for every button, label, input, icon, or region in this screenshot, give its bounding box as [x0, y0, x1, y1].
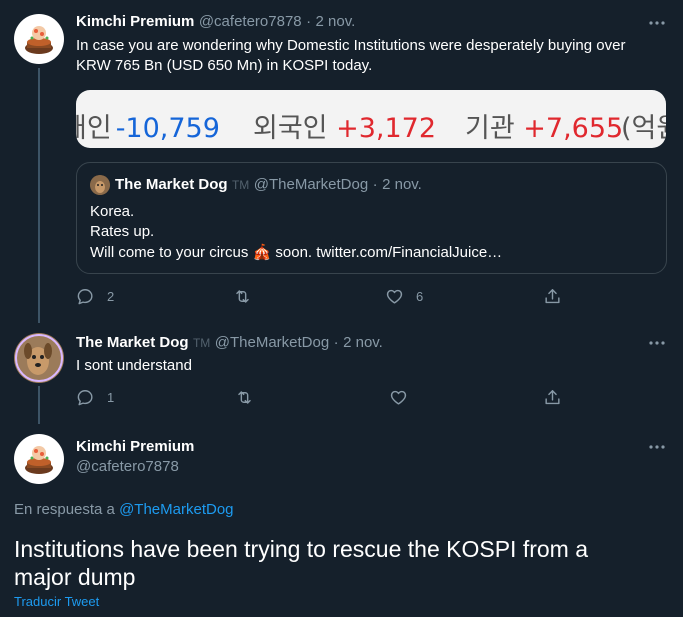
separator-dot: · — [333, 334, 339, 351]
like-button[interactable]: 6 — [385, 287, 423, 306]
avatar[interactable] — [14, 333, 64, 383]
quote-text-line: Will come to your circus 🎪 soon. twitter… — [90, 242, 660, 263]
tweet-header: The Market Dog TM @TheMarketDog · 2 nov. — [76, 334, 383, 352]
kospi-institution: 기관 +7,655 — [465, 106, 623, 145]
kimchi-avatar-icon — [25, 446, 53, 474]
reply-to-label: En respuesta a — [14, 501, 115, 518]
quote-author-handle: @TheMarketDog — [253, 176, 369, 193]
reply-icon — [77, 390, 93, 406]
kospi-label: 외국인 — [253, 113, 328, 144]
kospi-foreign: 외국인 +3,172 — [253, 106, 436, 145]
tweet-date[interactable]: 2 nov. — [316, 13, 356, 30]
quote-text-line: Rates up. — [90, 223, 155, 240]
heart-icon — [386, 289, 403, 304]
avatar[interactable] — [14, 14, 64, 64]
share-icon — [545, 289, 560, 304]
author-handle[interactable]: @cafetero7878 — [199, 13, 302, 30]
quote-author-name: The Market Dog — [115, 176, 228, 193]
avatar[interactable] — [14, 434, 64, 484]
thread-line — [38, 386, 40, 424]
quote-avatar — [90, 175, 110, 195]
translate-tweet-link[interactable]: Traducir Tweet — [14, 594, 99, 609]
kospi-value: +7,655 — [523, 113, 624, 144]
tweet-text: Institutions have been trying to rescue … — [14, 535, 674, 591]
author-handle[interactable]: @TheMarketDog — [215, 334, 329, 351]
quote-text: Korea. Rates up. Will come to your circu… — [90, 202, 660, 263]
kospi-value: -10,759 — [115, 113, 220, 144]
retweet-icon — [238, 391, 251, 404]
reply-count: 1 — [107, 390, 115, 405]
kospi-unit: (억원 — [621, 106, 666, 145]
kimchi-avatar-icon — [25, 26, 53, 54]
tweet-text-line: major dump — [14, 564, 136, 590]
author-handle[interactable]: @cafetero7878 — [76, 458, 179, 475]
more-options-icon[interactable] — [647, 13, 667, 33]
author-name[interactable]: Kimchi Premium — [76, 13, 194, 30]
tweet-text-line: KRW 765 Bn (USD 650 Mn) in KOSPI today. — [76, 57, 373, 74]
dog-avatar-icon — [90, 175, 110, 195]
kospi-individual: 개인-10,759 — [76, 106, 230, 145]
media-image[interactable]: 개인-10,759 외국인 +3,172 기관 +7,655 (억원 — [76, 90, 666, 148]
separator-dot: · — [372, 176, 378, 193]
reply-context: En respuesta a @TheMarketDog — [14, 501, 234, 518]
trademark-badge: TM — [231, 178, 250, 192]
quote-text-segment: soon. twitter.com/FinancialJuice… — [275, 244, 503, 261]
trademark-badge: TM — [192, 336, 211, 350]
tweet-header: Kimchi Premium @cafetero7878 · 2 nov. — [76, 13, 355, 31]
reply-button[interactable]: 1 — [76, 388, 114, 407]
reply-to-handle[interactable]: @TheMarketDog — [119, 501, 233, 518]
reply-button[interactable]: 2 — [76, 287, 114, 306]
quote-text-line: Korea. — [90, 203, 135, 220]
share-button[interactable] — [543, 287, 562, 306]
heart-icon — [390, 390, 407, 405]
tweet-text-line: In case you are wondering why Domestic I… — [76, 37, 626, 54]
tweet-text-line: Institutions have been trying to rescue … — [14, 536, 589, 562]
kospi-label: 개인 — [76, 113, 112, 144]
tweet-date[interactable]: 2 nov. — [343, 334, 383, 351]
retweet-button[interactable] — [235, 388, 254, 407]
author-name[interactable]: The Market Dog — [76, 334, 189, 351]
reply-count: 2 — [107, 289, 115, 304]
more-options-icon[interactable] — [647, 333, 667, 353]
thread-line — [38, 68, 40, 323]
tweet-text: I sont understand — [76, 357, 192, 374]
like-button[interactable] — [389, 388, 408, 407]
dog-avatar-icon — [14, 333, 64, 383]
kospi-value: +3,172 — [336, 113, 437, 144]
separator-dot: · — [306, 13, 312, 30]
kospi-label: (억원 — [621, 113, 666, 144]
tweet-text: In case you are wondering why Domestic I… — [76, 36, 676, 76]
retweet-icon — [236, 290, 249, 303]
quote-header: The Market Dog TM @TheMarketDog · 2 nov. — [115, 176, 422, 194]
quote-text-segment: Will come to your circus — [90, 244, 249, 261]
quote-date: 2 nov. — [382, 176, 422, 193]
reply-icon — [77, 289, 93, 305]
share-icon — [545, 390, 560, 405]
like-count: 6 — [416, 289, 424, 304]
more-options-icon[interactable] — [647, 437, 667, 457]
circus-tent-emoji: 🎪 — [252, 243, 272, 261]
retweet-button[interactable] — [233, 287, 252, 306]
kospi-label: 기관 — [465, 113, 515, 144]
share-button[interactable] — [543, 388, 562, 407]
author-name[interactable]: Kimchi Premium — [76, 438, 194, 455]
quoted-tweet[interactable]: The Market Dog TM @TheMarketDog · 2 nov.… — [76, 162, 667, 274]
